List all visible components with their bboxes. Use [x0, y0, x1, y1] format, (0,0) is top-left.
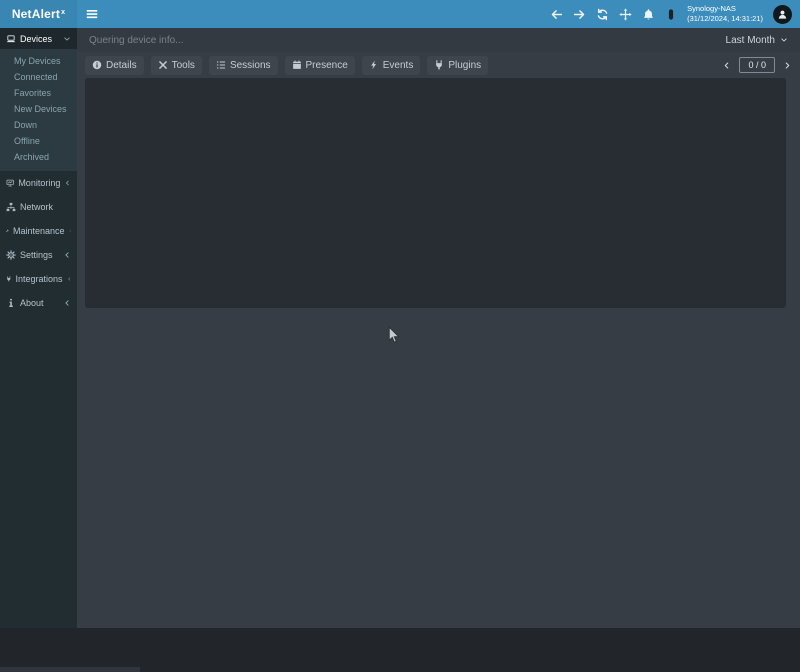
page-footer: [0, 628, 800, 672]
sidebar-item-down[interactable]: Down: [0, 117, 77, 133]
sidebar-item-favorites[interactable]: Favorites: [0, 85, 77, 101]
chevron-down-icon: [780, 36, 788, 44]
sidebar-item-offline[interactable]: Offline: [0, 133, 77, 149]
query-status-text: Quering device info...: [89, 35, 184, 46]
sidebar-item-connected[interactable]: Connected: [0, 69, 77, 85]
footer-strip: [0, 667, 140, 672]
sidebar-item-label: Integrations: [16, 274, 63, 284]
navbar-right-group: Synology-NAS (31/12/2024, 14:31:21): [550, 4, 792, 24]
sidebar-item-label: Settings: [20, 250, 53, 260]
sidebar-item-label: Network: [20, 202, 53, 212]
tools-icon: [158, 60, 168, 70]
sidebar-item-new-devices[interactable]: New Devices: [0, 101, 77, 117]
chevron-left-icon: [63, 299, 71, 307]
app-logo-text: NetAlert: [12, 7, 60, 21]
tab-label: Sessions: [230, 60, 271, 71]
chevron-left-icon: [67, 275, 71, 283]
user-icon: [777, 9, 788, 20]
sidebar: Devices My Devices Connected Favorites N…: [0, 28, 77, 628]
sidebar-item-monitoring[interactable]: Monitoring: [0, 171, 77, 195]
list-ol-icon: [216, 60, 226, 70]
sidebar-item-label: About: [20, 298, 44, 308]
page-counter: 0 / 0: [739, 57, 775, 73]
period-selector[interactable]: Last Month: [726, 35, 788, 46]
sidebar-item-label: Maintenance: [13, 226, 65, 236]
current-device-info[interactable]: Synology-NAS (31/12/2024, 14:31:21): [687, 4, 763, 24]
device-name: Synology-NAS: [687, 4, 763, 14]
info-icon: [6, 298, 16, 308]
plug-icon: [6, 274, 12, 284]
wrench-icon: [6, 226, 9, 236]
sidebar-item-settings[interactable]: Settings: [0, 243, 77, 267]
chevron-down-icon: [63, 35, 71, 43]
forward-icon[interactable]: [573, 8, 586, 21]
refresh-icon[interactable]: [596, 8, 609, 21]
user-avatar[interactable]: [773, 5, 792, 24]
top-header: NetAlertx Synology-NAS (31/12/2024, 14:3…: [0, 0, 800, 28]
chevron-left-icon: [64, 179, 71, 187]
laptop-icon: [6, 34, 16, 44]
tab-plugins[interactable]: Plugins: [427, 56, 488, 75]
tab-content-panel: [85, 78, 786, 308]
sidebar-item-label: Monitoring: [18, 178, 60, 188]
tab-label: Presence: [306, 60, 348, 71]
bolt-icon: [369, 60, 379, 70]
tab-tools[interactable]: Tools: [151, 56, 202, 75]
sidebar-item-about[interactable]: About: [0, 291, 77, 315]
sidebar-item-my-devices[interactable]: My Devices: [0, 53, 77, 69]
calendar-icon: [292, 60, 302, 70]
main-content: Quering device info... Last Month Detail…: [77, 28, 800, 628]
info-circle-icon: [92, 60, 102, 70]
app-logo[interactable]: NetAlertx: [0, 0, 77, 28]
tab-presence[interactable]: Presence: [285, 56, 355, 75]
tab-label: Events: [383, 60, 414, 71]
plug-icon: [434, 60, 444, 70]
mouse-cursor: [388, 326, 400, 345]
gear-icon: [6, 250, 16, 260]
sidebar-toggle-button[interactable]: [85, 7, 99, 21]
period-selector-value: Last Month: [726, 35, 775, 46]
tab-sessions[interactable]: Sessions: [209, 56, 278, 75]
network-icon: [6, 202, 16, 212]
sidebar-item-devices[interactable]: Devices: [0, 28, 77, 49]
device-icon: [665, 7, 677, 22]
sidebar-item-network[interactable]: Network: [0, 195, 77, 219]
tab-events[interactable]: Events: [362, 56, 421, 75]
tab-label: Details: [106, 60, 137, 71]
devices-submenu: My Devices Connected Favorites New Devic…: [0, 49, 77, 171]
sidebar-item-label: Devices: [20, 34, 52, 44]
page-prev-icon[interactable]: [722, 61, 731, 70]
chevron-left-icon: [69, 227, 71, 235]
device-timestamp: (31/12/2024, 14:31:21): [687, 14, 763, 24]
tab-details[interactable]: Details: [85, 56, 144, 75]
app-logo-sup: x: [61, 9, 65, 16]
tab-label: Plugins: [448, 60, 481, 71]
page-next-icon[interactable]: [783, 61, 792, 70]
back-icon[interactable]: [550, 8, 563, 21]
bell-icon[interactable]: [642, 8, 655, 21]
tab-label: Tools: [172, 60, 195, 71]
chart-icon: [6, 178, 14, 188]
pagination: 0 / 0: [722, 57, 792, 73]
move-icon[interactable]: [619, 8, 632, 21]
sidebar-item-integrations[interactable]: Integrations: [0, 267, 77, 291]
sidebar-item-archived[interactable]: Archived: [0, 149, 77, 165]
query-row: Quering device info... Last Month: [77, 28, 800, 52]
sidebar-item-maintenance[interactable]: Maintenance: [0, 219, 77, 243]
top-navbar: Synology-NAS (31/12/2024, 14:31:21): [77, 0, 800, 28]
chevron-left-icon: [63, 251, 71, 259]
tab-bar: Details Tools Sessions Presence Events P…: [77, 52, 800, 78]
